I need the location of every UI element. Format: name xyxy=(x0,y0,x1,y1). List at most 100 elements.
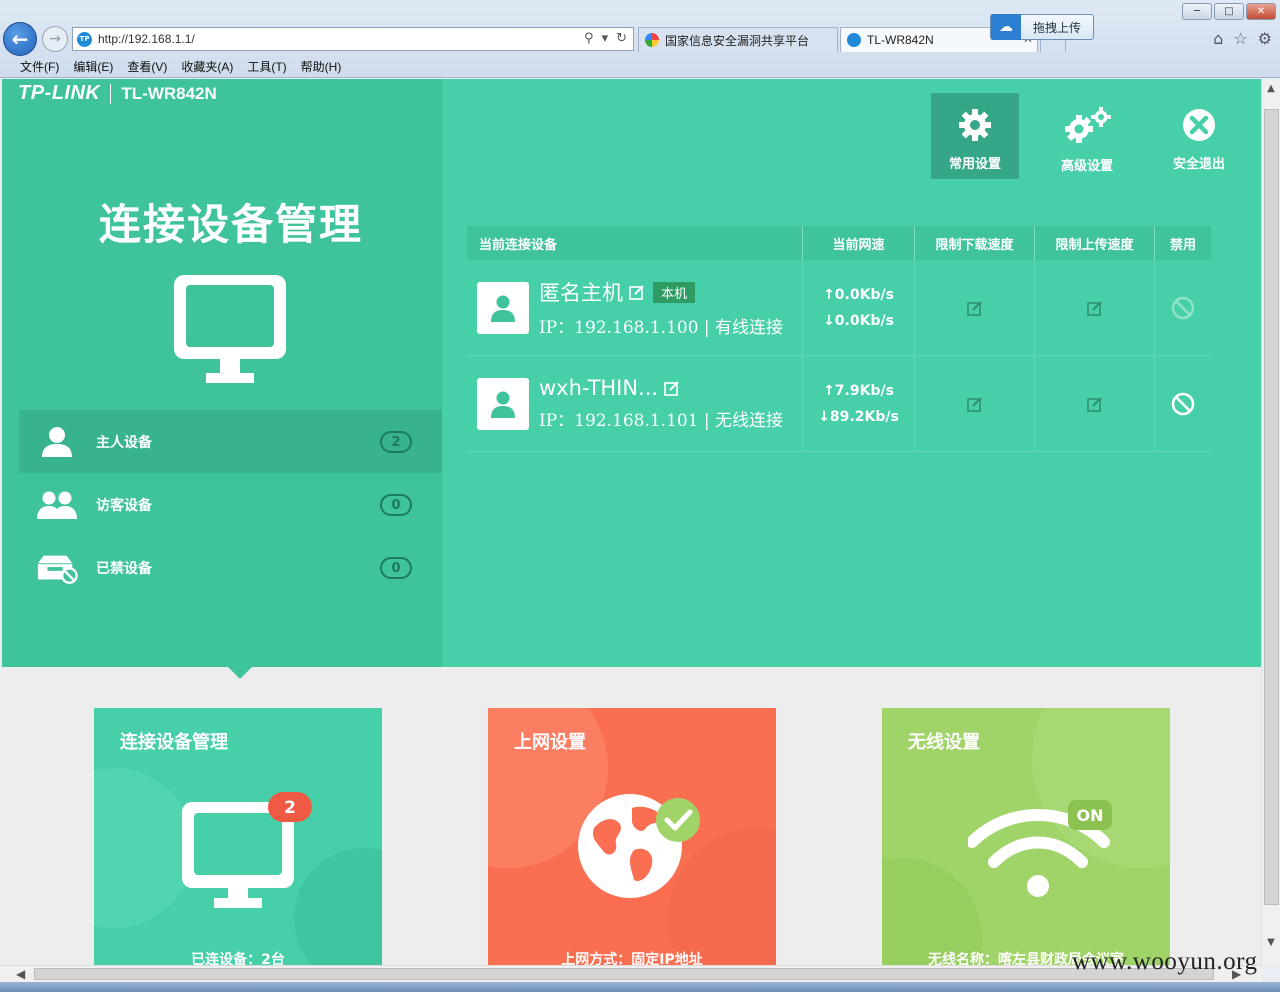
tab-label: 国家信息安全漏洞共享平台 xyxy=(665,33,810,48)
limit-download-cell[interactable] xyxy=(915,260,1035,355)
address-bar[interactable]: TP http://192.168.1.1/ ⚲ ▾ ↻ xyxy=(72,27,634,51)
block-icon[interactable] xyxy=(1171,392,1195,416)
col-header-device: 当前连接设备 xyxy=(467,226,803,260)
monitor-icon xyxy=(174,275,286,383)
side-item-guest-devices[interactable]: 访客设备 0 xyxy=(19,473,442,536)
menu-edit[interactable]: 编辑(E) xyxy=(73,58,113,75)
tp-link-favicon-icon: TP xyxy=(77,31,92,47)
side-item-label: 已禁设备 xyxy=(96,560,152,577)
limit-upload-cell[interactable] xyxy=(1035,356,1155,451)
col-header-limit-up: 限制上传速度 xyxy=(1035,226,1155,260)
connected-devices-table: 当前连接设备 当前网速 限制下载速度 限制上传速度 禁用 匿名主机 本机 IP：… xyxy=(467,226,1211,452)
card-bg-shape xyxy=(94,768,194,928)
speed-cell: ↑0.0Kb/s ↓0.0Kb/s xyxy=(803,260,915,355)
local-machine-tag: 本机 xyxy=(653,281,696,303)
horizontal-scroll-thumb[interactable] xyxy=(34,968,1214,980)
tab-cnvd[interactable]: 国家信息安全漏洞共享平台 xyxy=(638,27,838,52)
device-name: 匿名主机 xyxy=(539,281,623,305)
limit-upload-cell[interactable] xyxy=(1035,260,1155,355)
vertical-scroll-thumb[interactable] xyxy=(1264,109,1279,905)
upload-speed: ↑0.0Kb/s xyxy=(823,286,894,303)
device-cell: 匿名主机 本机 IP：192.168.1.100 | 有线连接 xyxy=(467,260,803,355)
forward-button[interactable]: → xyxy=(42,26,68,52)
side-item-blocked-devices[interactable]: 已禁设备 0 xyxy=(19,536,442,599)
device-management-area: TP-LINK TL-WR842N 连接设备管理 主人设备 2 访客设备 0 已… xyxy=(2,79,1261,667)
edit-name-icon[interactable] xyxy=(664,380,680,396)
watermark-text: www.wooyun.org xyxy=(1072,948,1258,975)
maximize-button[interactable]: □ xyxy=(1214,3,1244,20)
minimize-button[interactable]: ─ xyxy=(1182,3,1212,20)
browser-tab-icon xyxy=(645,33,659,47)
common-settings-button[interactable]: 常用设置 xyxy=(931,93,1019,179)
scroll-up-icon[interactable]: ▲ xyxy=(1265,83,1277,97)
logo-divider xyxy=(110,83,112,104)
edit-name-icon[interactable] xyxy=(629,284,645,300)
topnav-label: 高级设置 xyxy=(1060,159,1113,174)
logout-button[interactable]: 安全退出 xyxy=(1155,93,1243,179)
scroll-down-icon[interactable]: ▼ xyxy=(1265,937,1277,951)
topnav-label: 常用设置 xyxy=(948,157,1001,172)
drag-upload-button[interactable]: ☁ 拖拽上传 xyxy=(990,14,1094,40)
refresh-icon[interactable]: ↻ xyxy=(616,31,627,46)
device-avatar-icon xyxy=(477,377,529,430)
browser-chrome: ← → TP http://192.168.1.1/ ⚲ ▾ ↻ 国家信息安全漏… xyxy=(0,0,1280,78)
device-count-badge: 2 xyxy=(284,798,296,818)
blocked-box-icon xyxy=(36,552,78,584)
device-ip: IP：192.168.1.101 | 无线连接 xyxy=(539,411,784,431)
tp-link-tab-icon xyxy=(847,33,861,47)
card-footer: 上网方式：固定IP地址 xyxy=(561,952,703,965)
count-badge: 0 xyxy=(380,557,412,579)
edit-icon[interactable] xyxy=(966,300,983,316)
settings-gear-icon[interactable]: ⚙ xyxy=(1258,29,1272,48)
vertical-scrollbar[interactable]: ▲ ▼ xyxy=(1261,79,1280,965)
menu-favorites[interactable]: 收藏夹(A) xyxy=(181,58,233,75)
menu-tools[interactable]: 工具(T) xyxy=(247,58,286,75)
advanced-settings-button[interactable]: 高级设置 xyxy=(1043,93,1131,179)
device-category-list: 主人设备 2 访客设备 0 已禁设备 0 xyxy=(19,410,442,599)
download-speed: ↓89.2Kb/s xyxy=(818,408,899,425)
table-row: 匿名主机 本机 IP：192.168.1.100 | 有线连接 ↑0.0Kb/s… xyxy=(467,260,1211,356)
gears-icon xyxy=(1065,107,1111,143)
col-header-speed: 当前网速 xyxy=(803,226,915,260)
topnav-label: 安全退出 xyxy=(1172,157,1225,172)
tp-link-logo: TP-LINK TL-WR842N xyxy=(18,82,217,105)
upload-speed: ↑7.9Kb/s xyxy=(823,382,894,399)
page-viewport: TP-LINK TL-WR842N 连接设备管理 主人设备 2 访客设备 0 已… xyxy=(2,79,1261,965)
menu-bar: 文件(F) 编辑(E) 查看(V) 收藏夹(A) 工具(T) 帮助(H) xyxy=(0,56,1280,76)
edit-icon[interactable] xyxy=(1086,300,1103,316)
upload-label: 拖拽上传 xyxy=(1033,20,1082,35)
card-wireless-settings[interactable]: 无线设置 ON 无线名称：喀左县财政局会议室 xyxy=(882,708,1170,965)
col-header-limit-down: 限制下载速度 xyxy=(915,226,1035,260)
edit-icon[interactable] xyxy=(1086,396,1103,412)
block-cell[interactable] xyxy=(1155,356,1211,451)
count-badge: 0 xyxy=(380,494,412,516)
address-url[interactable]: http://192.168.1.1/ xyxy=(98,32,195,46)
side-item-master-devices[interactable]: 主人设备 2 xyxy=(19,410,442,473)
home-icon[interactable]: ⌂ xyxy=(1213,29,1223,48)
close-window-button[interactable]: ✕ xyxy=(1246,3,1276,20)
col-header-block: 禁用 xyxy=(1169,237,1196,253)
limit-download-cell[interactable] xyxy=(915,356,1035,451)
search-icon[interactable]: ⚲ xyxy=(584,31,594,46)
menu-help[interactable]: 帮助(H) xyxy=(301,58,342,75)
download-speed: ↓0.0Kb/s xyxy=(823,312,894,329)
device-ip: IP：192.168.1.100 | 有线连接 xyxy=(539,318,784,338)
users-icon xyxy=(36,489,78,521)
card-title: 上网设置 xyxy=(514,732,586,753)
scroll-left-icon[interactable]: ◀ xyxy=(16,967,25,981)
count-badge: 2 xyxy=(380,431,412,453)
card-title: 连接设备管理 xyxy=(120,732,228,753)
dropdown-icon[interactable]: ▾ xyxy=(602,31,609,46)
favorites-star-icon[interactable]: ☆ xyxy=(1233,29,1247,48)
page-title: 连接设备管理 xyxy=(98,200,363,249)
exit-icon xyxy=(1183,109,1215,141)
card-internet-settings[interactable]: 上网设置 上网方式：固定IP地址 xyxy=(488,708,776,965)
card-device-management[interactable]: 连接设备管理 2 已连设备：2台 xyxy=(94,708,382,965)
device-name: wxh-THIN... xyxy=(539,376,659,400)
wifi-icon: ON xyxy=(968,800,1112,897)
back-button[interactable]: ← xyxy=(3,22,37,56)
edit-icon[interactable] xyxy=(966,396,983,412)
menu-file[interactable]: 文件(F) xyxy=(20,58,59,75)
menu-view[interactable]: 查看(V) xyxy=(127,58,167,75)
gear-icon xyxy=(959,109,991,141)
